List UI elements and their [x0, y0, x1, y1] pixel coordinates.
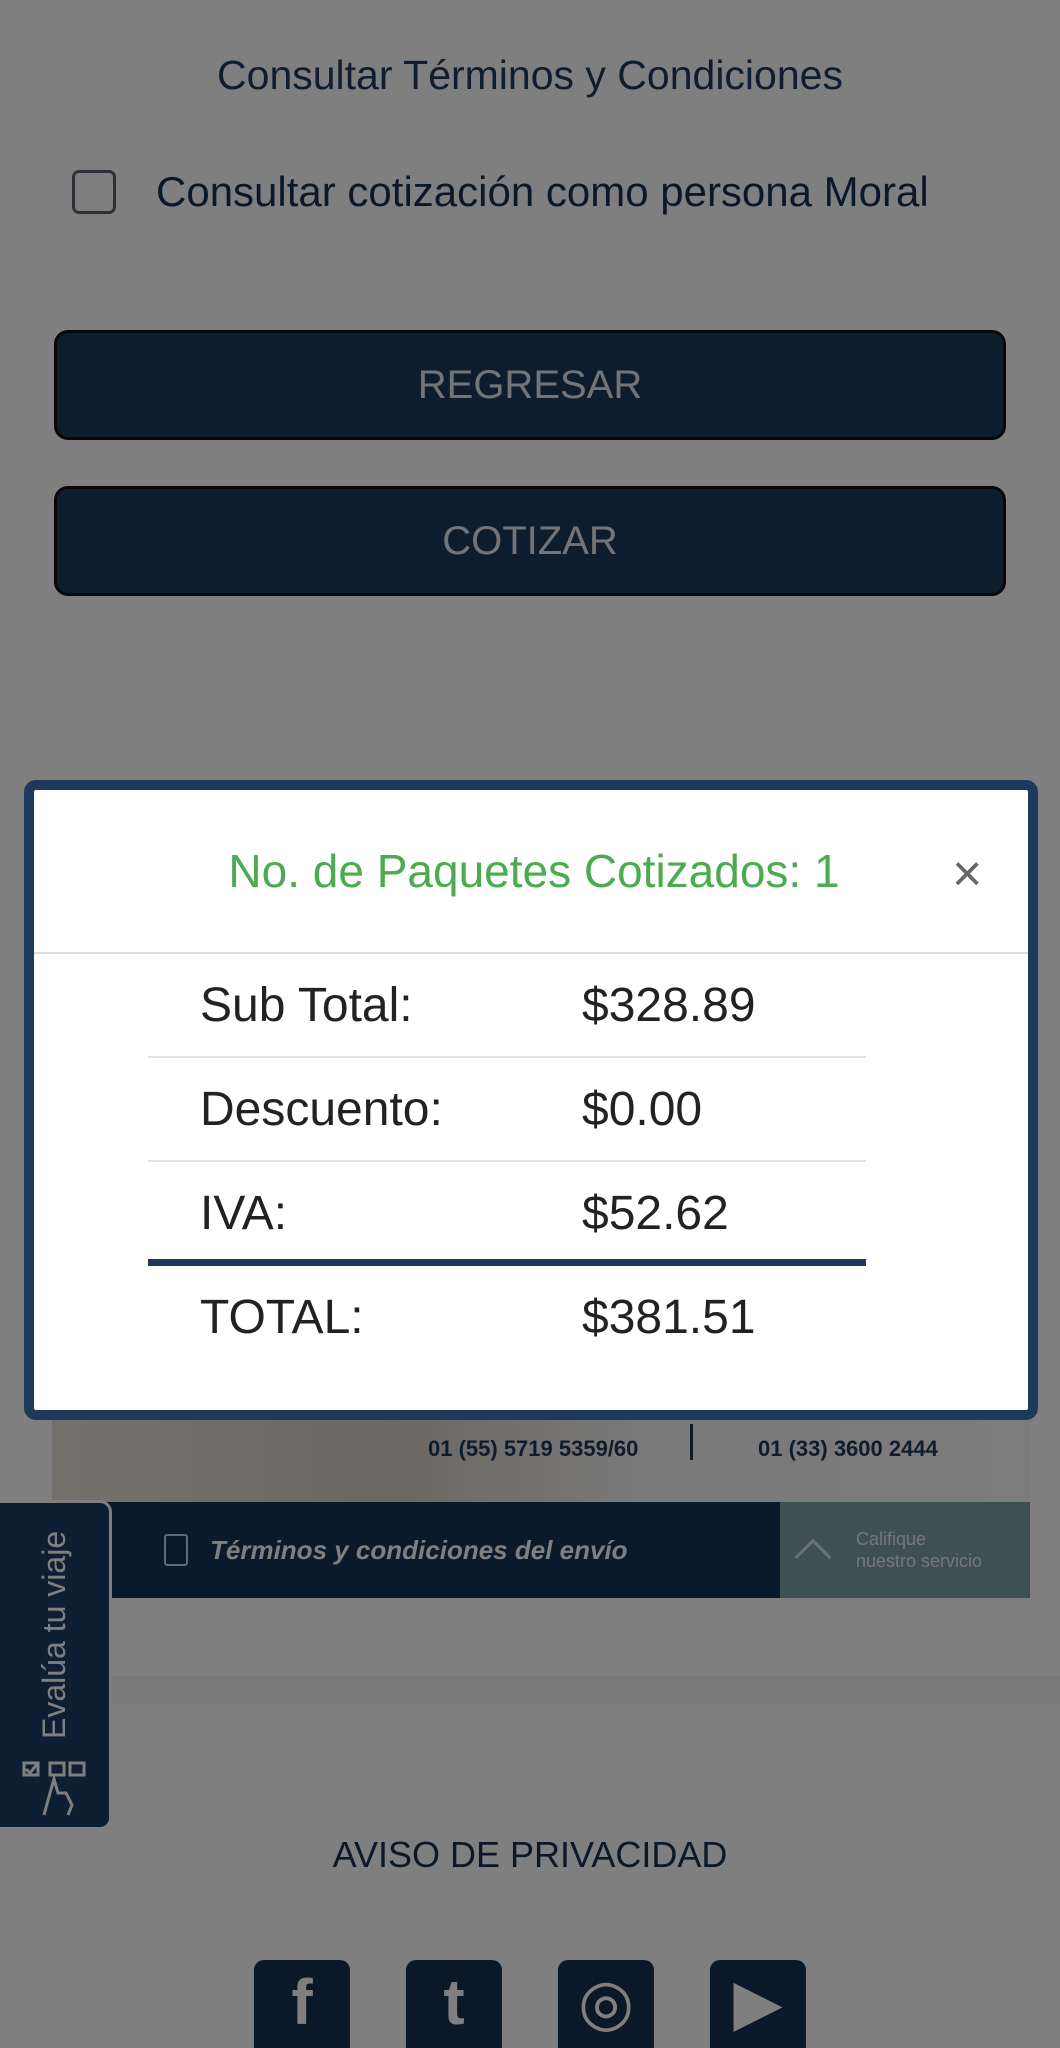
- iva-label: IVA:: [200, 1187, 288, 1240]
- summary-row-iva: IVA: $52.62: [148, 1162, 866, 1266]
- total-label: TOTAL:: [200, 1291, 364, 1344]
- quote-summary-table: Sub Total: $328.89 Descuento: $0.00 IVA:…: [148, 954, 866, 1370]
- summary-row-subtotal: Sub Total: $328.89: [148, 954, 866, 1058]
- quote-summary-modal: No. de Paquetes Cotizados: 1 × Sub Total…: [24, 780, 1038, 1420]
- modal-title: No. de Paquetes Cotizados: 1: [228, 845, 840, 897]
- discount-label: Descuento:: [200, 1083, 443, 1136]
- subtotal-value: $328.89: [582, 979, 756, 1032]
- summary-row-total: TOTAL: $381.51: [148, 1266, 866, 1370]
- iva-value: $52.62: [582, 1187, 729, 1240]
- summary-row-discount: Descuento: $0.00: [148, 1058, 866, 1162]
- discount-value: $0.00: [582, 1083, 703, 1136]
- modal-header: No. de Paquetes Cotizados: 1 ×: [34, 790, 1028, 954]
- page: Consultar Términos y Condiciones Consult…: [0, 0, 1060, 2048]
- total-value: $381.51: [582, 1291, 756, 1344]
- close-icon[interactable]: ×: [952, 848, 982, 900]
- subtotal-label: Sub Total:: [200, 979, 413, 1032]
